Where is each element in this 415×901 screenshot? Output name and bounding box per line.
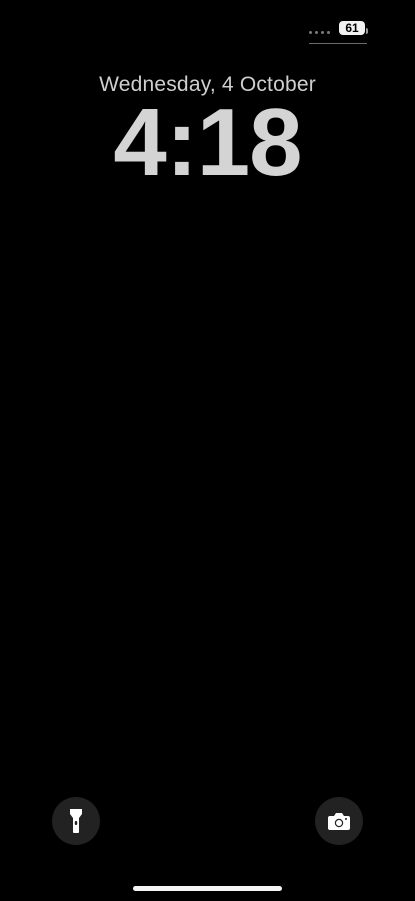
camera-button[interactable] <box>315 797 363 845</box>
battery-tip <box>366 28 368 34</box>
flashlight-icon <box>70 809 82 833</box>
lock-screen-time: 4:18 <box>113 89 302 196</box>
camera-icon <box>328 813 350 830</box>
flashlight-button[interactable] <box>52 797 100 845</box>
home-indicator[interactable] <box>133 886 282 891</box>
signal-dots-icon <box>309 31 330 34</box>
status-bar: 61 <box>309 18 368 46</box>
battery-indicator: 61 <box>339 21 368 35</box>
status-underline <box>309 43 367 44</box>
battery-level: 61 <box>345 21 359 35</box>
